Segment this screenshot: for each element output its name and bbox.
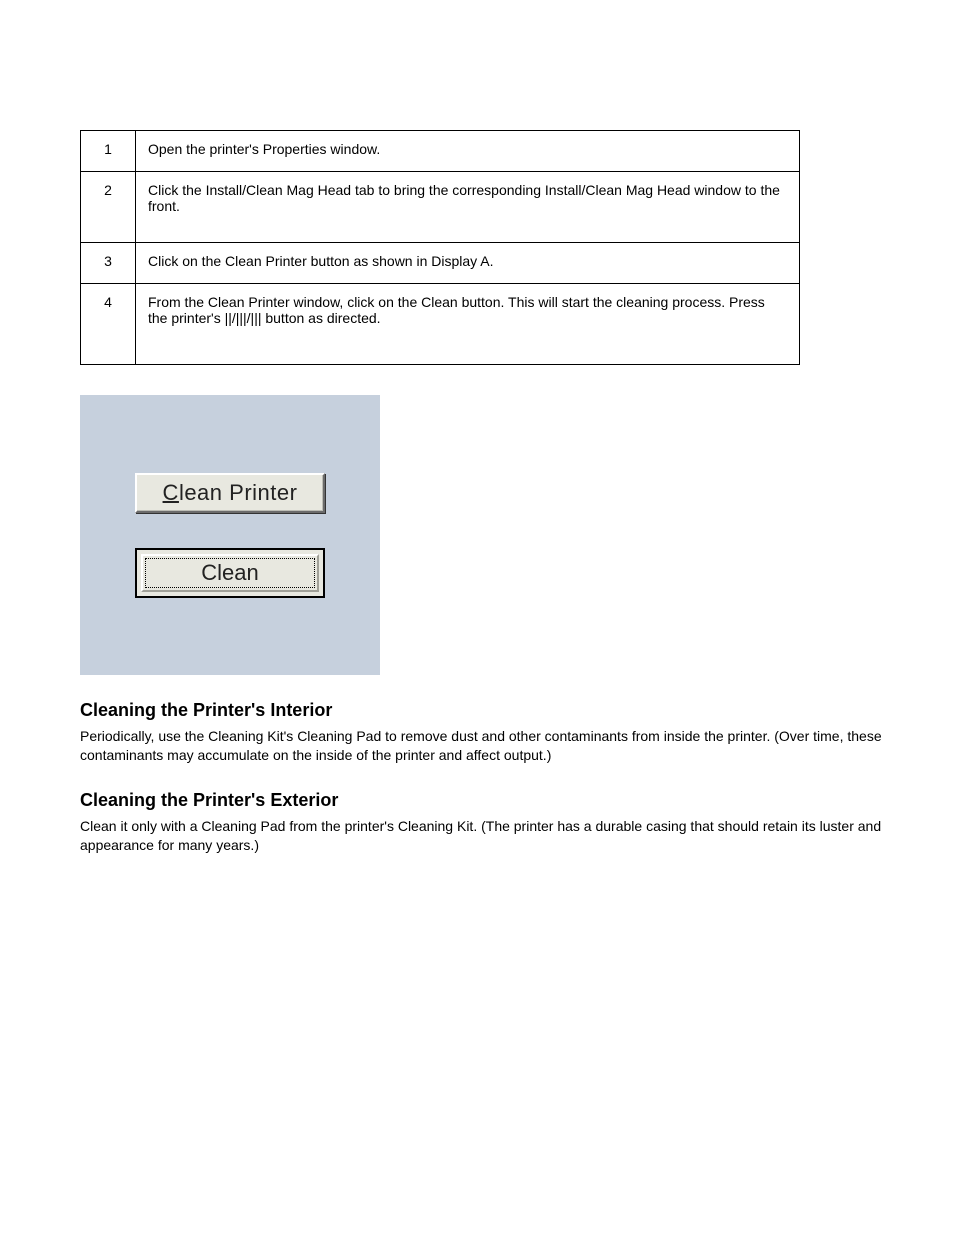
clean-printer-button[interactable]: Clean Printer xyxy=(135,473,325,513)
step-row-2: 2 Click the Install/Clean Mag Head tab t… xyxy=(81,172,800,243)
step-row-1: 1 Open the printer's Properties window. xyxy=(81,131,800,172)
section-clean-exterior: Cleaning the Printer's Exterior Clean it… xyxy=(80,790,894,855)
section-clean-interior-title: Cleaning the Printer's Interior xyxy=(80,700,894,721)
clean-printer-label-rest: lean Printer xyxy=(179,480,298,505)
section-clean-exterior-body: Clean it only with a Cleaning Pad from t… xyxy=(80,817,894,855)
section-clean-exterior-title: Cleaning the Printer's Exterior xyxy=(80,790,894,811)
section-clean-interior: Cleaning the Printer's Interior Periodic… xyxy=(80,700,894,765)
step-row-3: 3 Click on the Clean Printer button as s… xyxy=(81,243,800,284)
section-clean-interior-body: Periodically, use the Cleaning Kit's Cle… xyxy=(80,727,894,765)
step-number-3: 3 xyxy=(81,243,136,284)
step-text-1: Open the printer's Properties window. xyxy=(136,131,800,172)
steps-table: 1 Open the printer's Properties window. … xyxy=(80,130,800,365)
button-illustration-panel: Clean Printer Clean xyxy=(80,395,380,675)
step-number-4: 4 xyxy=(81,284,136,365)
step-text-2: Click the Install/Clean Mag Head tab to … xyxy=(136,172,800,243)
step-text-3: Click on the Clean Printer button as sho… xyxy=(136,243,800,284)
step-number-1: 1 xyxy=(81,131,136,172)
step-number-2: 2 xyxy=(81,172,136,243)
clean-button-label: Clean xyxy=(201,560,258,586)
step-text-4: From the Clean Printer window, click on … xyxy=(136,284,800,365)
step-row-4: 4 From the Clean Printer window, click o… xyxy=(81,284,800,365)
clean-button[interactable]: Clean xyxy=(135,548,325,598)
clean-printer-mnemonic: C xyxy=(163,480,179,505)
